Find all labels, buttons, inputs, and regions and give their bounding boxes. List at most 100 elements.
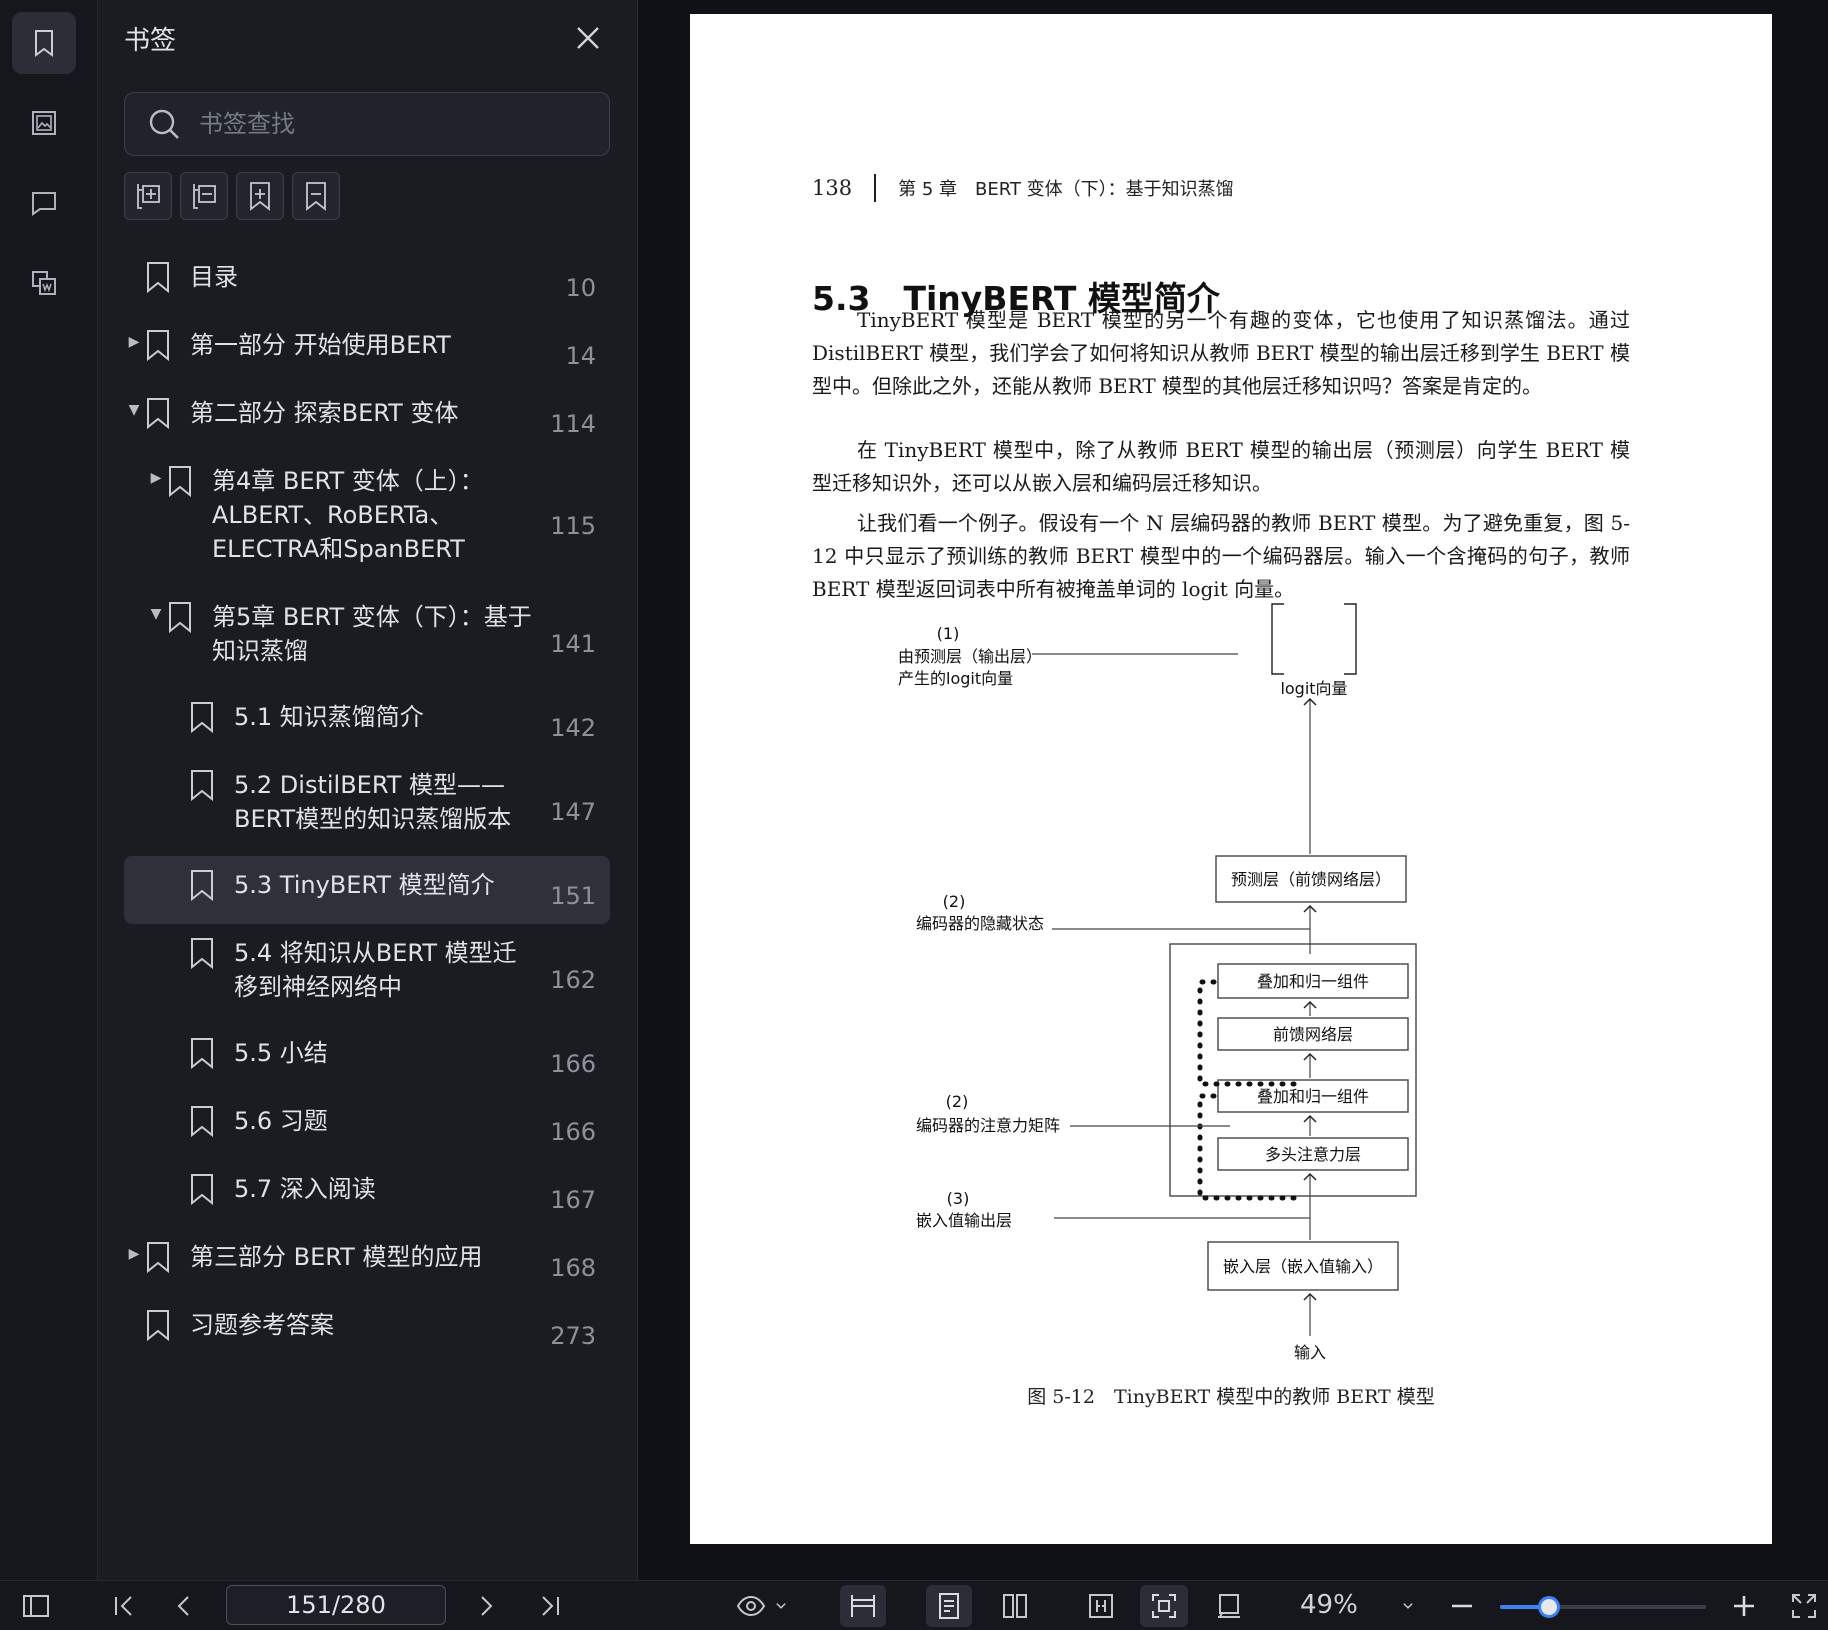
document-page: 138 第 5 章 BERT 变体（下）：基于知识蒸馏 5.3 TinyBERT… <box>690 14 1772 1544</box>
add-norm-2-label: 叠加和归一组件 <box>1257 1087 1369 1106</box>
fit-width-icon <box>851 1595 875 1617</box>
label-2b-num: (2) <box>946 1092 969 1111</box>
close-icon <box>577 27 599 49</box>
fit-page-icon <box>1089 1594 1113 1618</box>
label-3: 嵌入值输出层 <box>916 1211 1012 1230</box>
embedding-label: 嵌入层（嵌入值输入） <box>1223 1257 1383 1276</box>
search-icon <box>149 109 179 139</box>
bookmark-label: 第5章 BERT 变体（下）：基于知识蒸馏 <box>212 603 532 665</box>
bookmark-tools <box>124 172 340 220</box>
zoom-slider-handle[interactable] <box>1538 1596 1561 1618</box>
add-bookmark-button[interactable] <box>236 172 284 220</box>
bookmarks-tab[interactable] <box>12 12 76 74</box>
actual-size-icon <box>1152 1594 1176 1618</box>
close-button[interactable] <box>568 18 608 58</box>
rotate-button[interactable] <box>1206 1585 1252 1627</box>
double-page-button[interactable] <box>992 1585 1038 1627</box>
bookmark-panel: 书签 目录 10 ▶ 第一部分 开始使用BERT 14 ▼ 第二部分 探索BERT 变体 11… <box>98 0 638 1580</box>
search-input[interactable] <box>199 110 579 138</box>
collapsed-arrow-icon[interactable]: ▶ <box>124 334 144 350</box>
last-page-icon <box>542 1596 559 1616</box>
remove-bookmark-button[interactable] <box>292 172 340 220</box>
bookmark-icon <box>147 398 169 430</box>
collapsed-arrow-icon[interactable]: ▶ <box>124 1246 144 1262</box>
pdf-reader-app: 书签 目录 10 ▶ 第一部分 开始使用BERT 14 ▼ 第二部分 探索BERT 变体 11… <box>0 0 1828 1630</box>
bookmark-icon <box>147 1310 169 1342</box>
zoom-out-button[interactable] <box>1444 1585 1480 1627</box>
collapsed-arrow-icon[interactable]: ▶ <box>146 470 166 486</box>
next-page-button[interactable] <box>466 1585 506 1627</box>
bookmark-icon <box>191 870 213 902</box>
bookmark-item[interactable]: 5.2 DistilBERT 模型——BERT模型的知识蒸馏版本 147 <box>124 756 610 856</box>
bookmark-page-number: 168 <box>550 1254 596 1282</box>
bookmark-page-number: 167 <box>550 1186 596 1214</box>
fullscreen-button[interactable] <box>1786 1585 1822 1627</box>
bookmark-label: 第4章 BERT 变体（上）：ALBERT、RoBERTa、ELECTRA和Sp… <box>212 467 484 563</box>
bookmark-item[interactable]: ▼ 第二部分 探索BERT 变体 114 <box>124 384 610 452</box>
collapse-all-button[interactable] <box>180 172 228 220</box>
comment-icon <box>32 192 56 216</box>
bookmark-item[interactable]: 5.1 知识蒸馏简介 142 <box>124 688 610 756</box>
document-view[interactable]: 138 第 5 章 BERT 变体（下）：基于知识蒸馏 5.3 TinyBERT… <box>638 0 1828 1580</box>
bookmark-item[interactable]: ▶ 第三部分 BERT 模型的应用 168 <box>124 1228 610 1296</box>
bookmark-search <box>124 92 610 156</box>
document-icon <box>32 271 56 295</box>
bookmark-item[interactable]: ▶ 第一部分 开始使用BERT 14 <box>124 316 610 384</box>
bookmark-item[interactable]: ▶ 第4章 BERT 变体（上）：ALBERT、RoBERTa、ELECTRA和S… <box>124 452 610 588</box>
previous-page-button[interactable] <box>164 1585 204 1627</box>
zoom-in-button[interactable] <box>1726 1585 1762 1627</box>
bookmark-item[interactable]: 5.5 小结 166 <box>124 1024 610 1092</box>
page-number-input[interactable]: 151/280 <box>226 1585 446 1625</box>
panel-title: 书签 <box>124 26 177 56</box>
bookmark-label: 5.1 知识蒸馏简介 <box>234 703 424 731</box>
bookmark-remove-icon <box>306 182 326 211</box>
zoom-level[interactable]: 49% <box>1300 1590 1358 1620</box>
label-1-b: 产生的logit向量 <box>898 669 1013 688</box>
bookmark-icon <box>169 466 191 498</box>
bookmark-item[interactable]: 习题参考答案 273 <box>124 1296 610 1364</box>
bookmark-icon <box>147 330 169 362</box>
bookmark-item[interactable]: 5.6 习题 166 <box>124 1092 610 1160</box>
left-rail <box>0 0 98 1580</box>
bookmark-label: 目录 <box>190 263 238 291</box>
bookmark-label: 第三部分 BERT 模型的应用 <box>190 1243 483 1271</box>
thumbnails-tab[interactable] <box>12 92 76 154</box>
bookmark-item[interactable]: 目录 10 <box>124 248 610 316</box>
chevron-down-icon <box>776 1603 786 1609</box>
bookmark-page-number: 147 <box>550 798 596 826</box>
toggle-sidebar-button[interactable] <box>16 1585 56 1627</box>
bookmark-item[interactable]: 5.4 将知识从BERT 模型迁移到神经网络中 162 <box>124 924 610 1024</box>
view-mode-dropdown[interactable] <box>728 1585 798 1627</box>
bookmark-icon <box>191 1038 213 1070</box>
bookmark-label: 5.7 深入阅读 <box>234 1175 376 1203</box>
last-page-button[interactable] <box>530 1585 570 1627</box>
expanded-arrow-icon[interactable]: ▼ <box>146 606 166 622</box>
first-page-button[interactable] <box>104 1585 144 1627</box>
bookmark-item[interactable]: ▼ 第5章 BERT 变体（下）：基于知识蒸馏 141 <box>124 588 610 688</box>
zoom-slider[interactable] <box>1500 1596 1706 1618</box>
actual-size-button[interactable] <box>1140 1585 1188 1627</box>
zoom-dropdown[interactable] <box>1394 1585 1422 1627</box>
bookmark-page-number: 151 <box>550 882 596 910</box>
logit-label: logit向量 <box>1280 679 1347 698</box>
expand-all-button[interactable] <box>124 172 172 220</box>
comments-tab[interactable] <box>12 172 76 234</box>
bookmark-page-number: 142 <box>550 714 596 742</box>
fit-width-button[interactable] <box>840 1585 886 1627</box>
bookmark-item[interactable]: 5.3 TinyBERT 模型简介 151 <box>124 856 610 924</box>
fit-page-button[interactable] <box>1078 1585 1124 1627</box>
bookmark-item[interactable]: 5.7 深入阅读 167 <box>124 1160 610 1228</box>
collapse-all-icon <box>193 184 216 209</box>
bookmark-label: 5.4 将知识从BERT 模型迁移到神经网络中 <box>234 939 517 1001</box>
expanded-arrow-icon[interactable]: ▼ <box>124 402 144 418</box>
label-2: 编码器的隐藏状态 <box>916 914 1044 933</box>
bookmark-icon <box>191 938 213 970</box>
bookmark-icon <box>191 1106 213 1138</box>
bookmark-page-number: 10 <box>565 274 596 302</box>
bookmark-list: 目录 10 ▶ 第一部分 开始使用BERT 14 ▼ 第二部分 探索BERT 变体 114 ▶ 第… <box>124 248 610 1364</box>
attachments-tab[interactable] <box>12 252 76 314</box>
bookmark-page-number: 166 <box>550 1118 596 1146</box>
single-page-button[interactable] <box>926 1585 972 1627</box>
bookmark-label: 第一部分 开始使用BERT <box>190 331 451 359</box>
first-page-icon <box>115 1596 132 1616</box>
